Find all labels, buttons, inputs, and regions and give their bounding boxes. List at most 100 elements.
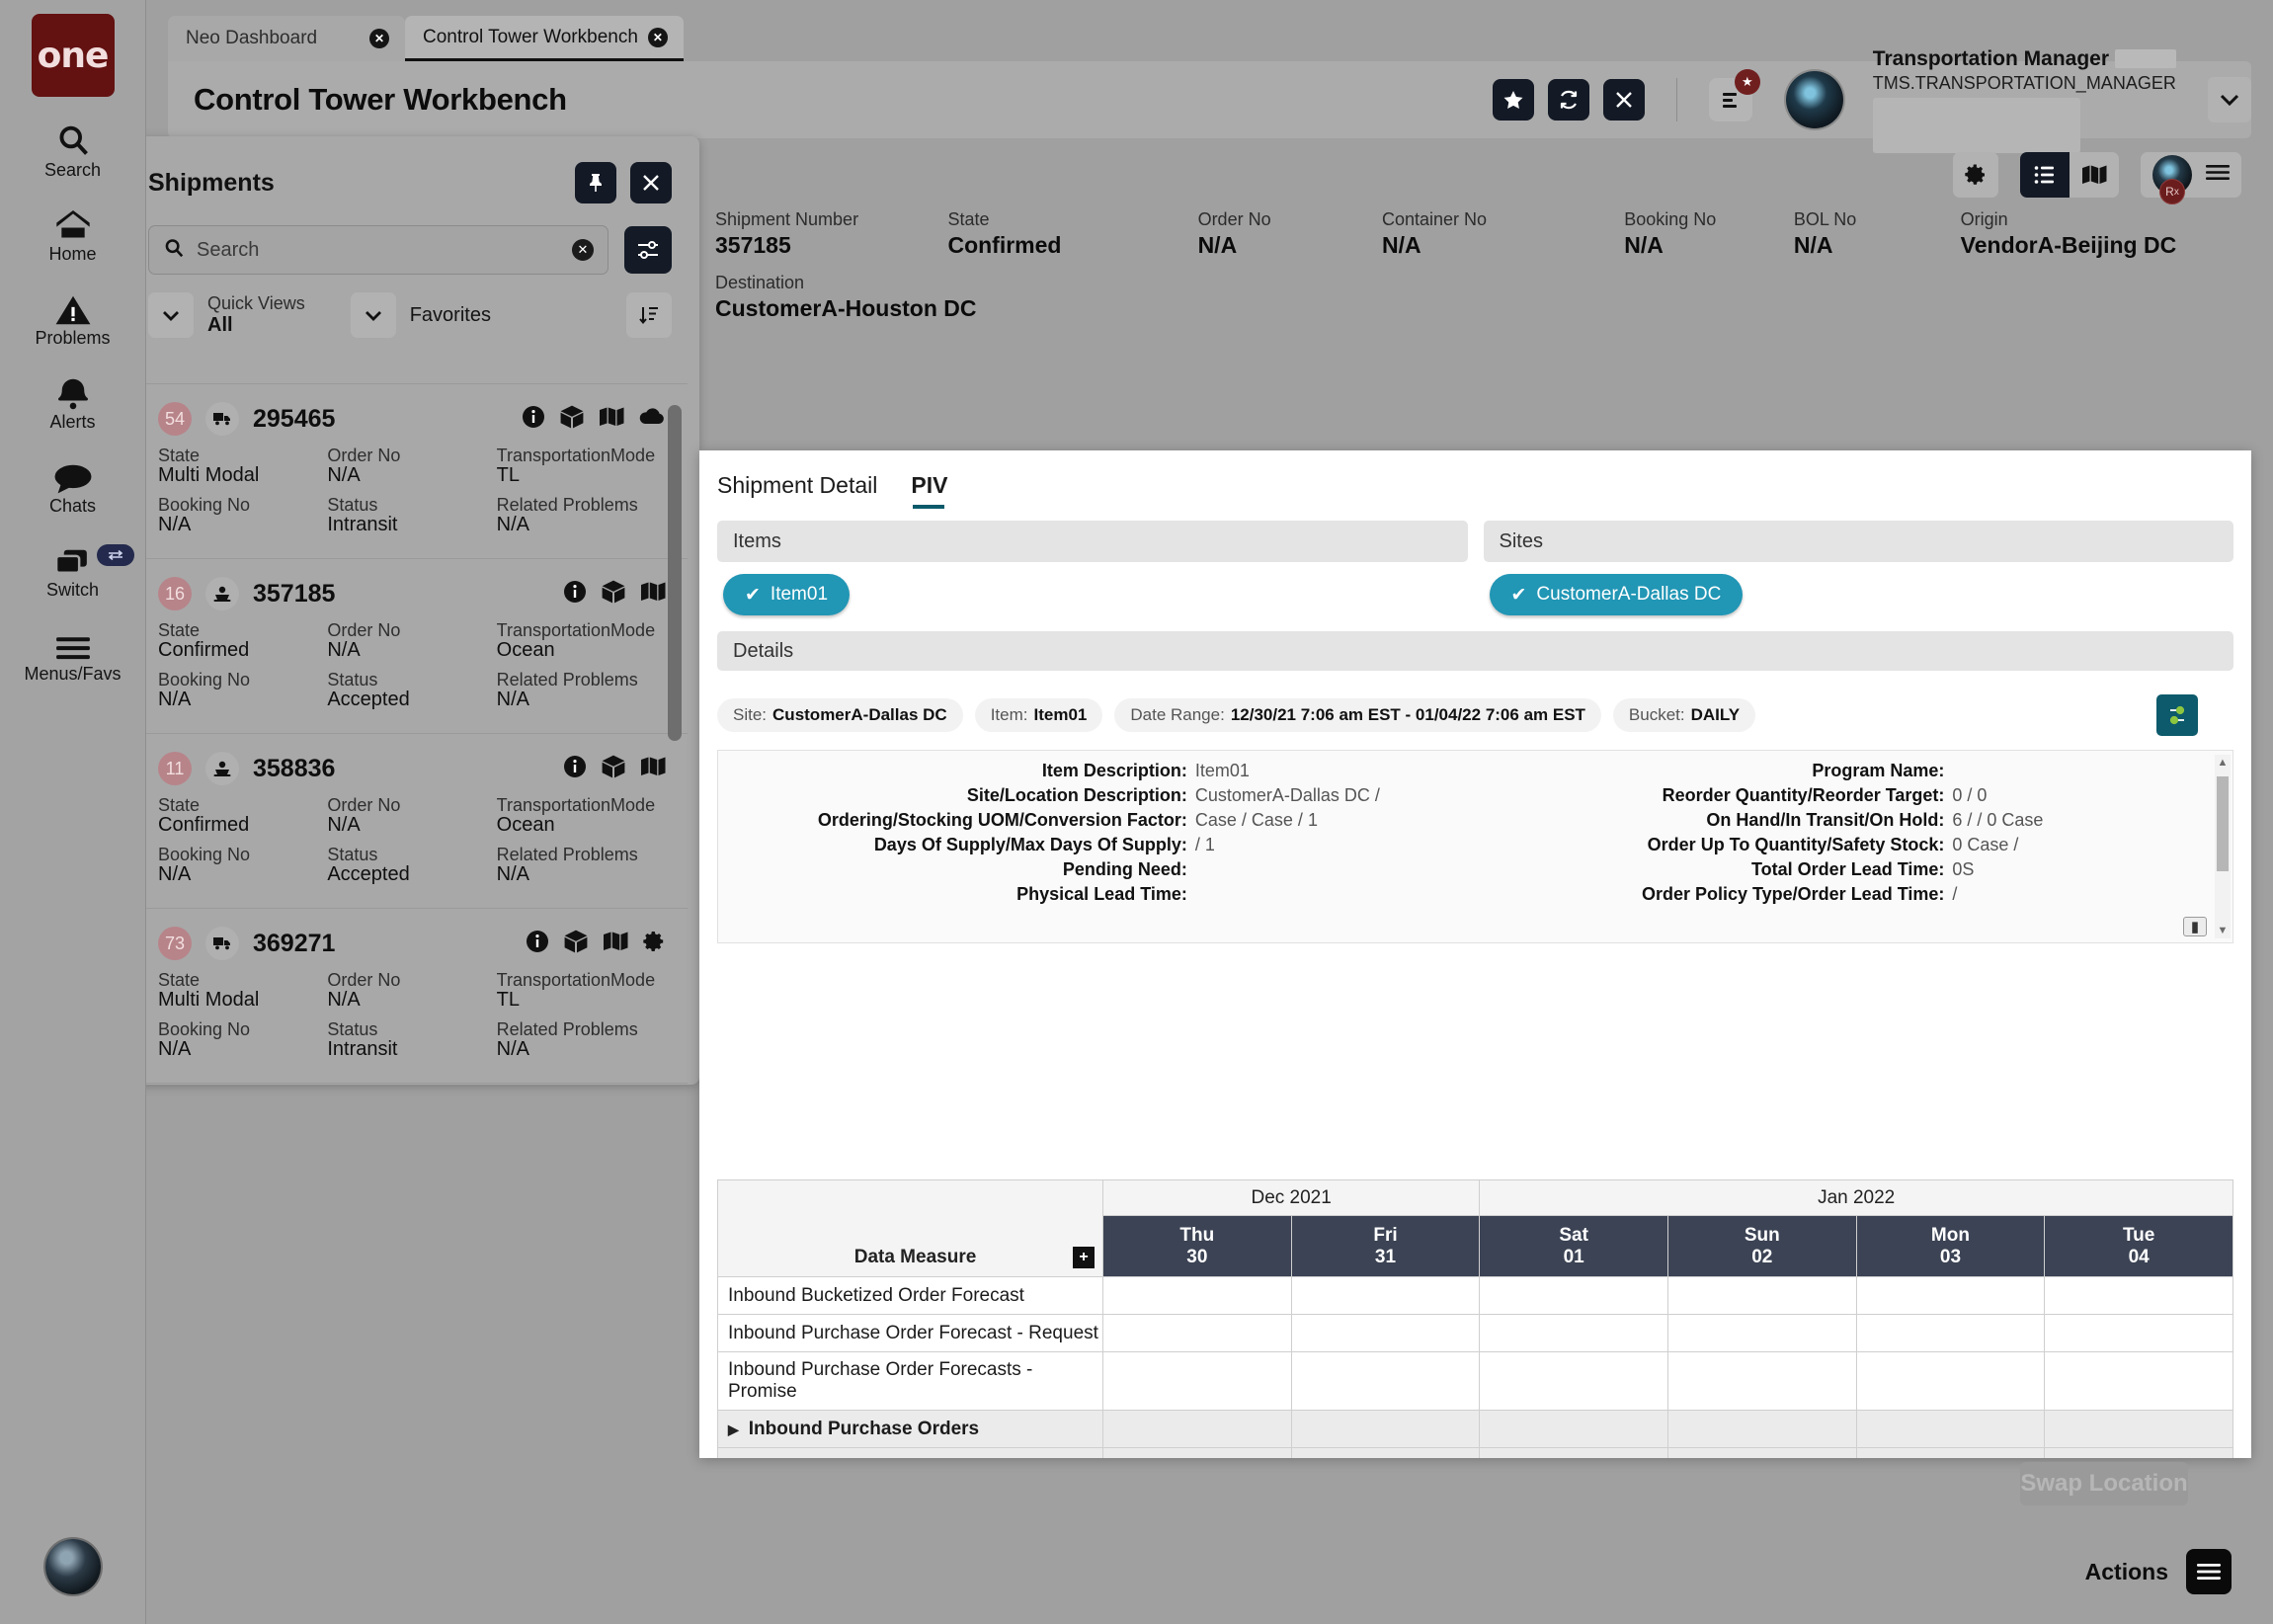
- grid-cell[interactable]: [1103, 1448, 1292, 1459]
- quick-views-chevron-down-icon[interactable]: [148, 292, 194, 338]
- sidebar-item-alerts[interactable]: Alerts: [0, 370, 146, 433]
- grid-cell[interactable]: [1291, 1352, 1480, 1411]
- grid-cell[interactable]: [1667, 1448, 1856, 1459]
- measure-label[interactable]: ▶Inbound Purchase Orders: [718, 1411, 1103, 1448]
- detail-user-chip[interactable]: Rx: [2141, 152, 2241, 198]
- shipment-card-357185[interactable]: 16 357185 State Confirmed Order No N/A T…: [132, 558, 688, 733]
- package-icon[interactable]: [601, 754, 626, 784]
- grid-cell[interactable]: [2045, 1448, 2233, 1459]
- info-icon[interactable]: [563, 580, 587, 609]
- filter-chip-daterange[interactable]: Date Range:12/30/21 7:06 am EST - 01/04/…: [1114, 698, 1601, 732]
- map-view-icon[interactable]: [2070, 152, 2119, 198]
- tab-shipment-detail[interactable]: Shipment Detail: [717, 472, 877, 509]
- close-icon[interactable]: ✕: [648, 28, 668, 47]
- site-pill-customera-dallas-dc[interactable]: ✔ CustomerA-Dallas DC: [1490, 574, 1744, 615]
- app-logo[interactable]: one: [32, 14, 115, 97]
- grid-day-mon-03[interactable]: Mon 03: [1856, 1216, 2045, 1277]
- package-icon[interactable]: [559, 404, 585, 435]
- grid-cell[interactable]: [2045, 1315, 2233, 1352]
- sidebar-item-chats[interactable]: Chats: [0, 454, 146, 517]
- close-icon[interactable]: ✕: [369, 29, 389, 48]
- shipments-scrollbar[interactable]: [668, 405, 682, 958]
- filter-chip-bucket[interactable]: Bucket:DAILY: [1613, 698, 1755, 732]
- table-row[interactable]: Inbound Bucketized Order Forecast: [718, 1277, 2233, 1315]
- grid-cell[interactable]: [1291, 1277, 1480, 1315]
- info-icon[interactable]: [526, 930, 549, 958]
- browser-tab-control-tower-workbench[interactable]: Control Tower Workbench ✕: [405, 16, 684, 61]
- scrollbar-thumb[interactable]: [668, 405, 682, 741]
- avatar[interactable]: [1786, 71, 1843, 128]
- sidebar-item-home[interactable]: Home: [0, 203, 146, 265]
- pin-button[interactable]: [575, 162, 616, 203]
- grid-cell[interactable]: [1480, 1448, 1668, 1459]
- search-input[interactable]: [197, 239, 560, 262]
- collapse-info-button[interactable]: ▮: [2183, 917, 2207, 936]
- favorite-button[interactable]: [1493, 79, 1534, 121]
- piv-settings-button[interactable]: [2156, 694, 2198, 736]
- grid-cell[interactable]: [1856, 1315, 2045, 1352]
- gear-icon[interactable]: [1953, 152, 1998, 198]
- list-view-icon[interactable]: [2020, 152, 2070, 198]
- search-box[interactable]: ✕: [148, 225, 609, 275]
- shipment-card-369271[interactable]: 73 369271 State Multi Modal Order No N/A…: [132, 908, 688, 1083]
- close-button[interactable]: [1603, 79, 1645, 121]
- grid-cell[interactable]: [1856, 1448, 2045, 1459]
- grid-cell[interactable]: [1856, 1352, 2045, 1411]
- measure-label[interactable]: ▶Inbound Deployment Order Forecasts: [718, 1448, 1103, 1459]
- switch-toggle-pill[interactable]: [97, 544, 134, 566]
- shipment-card-358836[interactable]: 11 358836 State Confirmed Order No N/A T…: [132, 733, 688, 908]
- rail-avatar[interactable]: [45, 1539, 101, 1594]
- grid-cell[interactable]: [2045, 1411, 2233, 1448]
- browser-tab-neo-dashboard[interactable]: Neo Dashboard ✕: [168, 16, 405, 61]
- package-icon[interactable]: [601, 579, 626, 609]
- piv-grid[interactable]: Data Measure +Dec 2021Jan 2022 Thu 30Fri…: [717, 1179, 2233, 1458]
- grid-cell[interactable]: [1480, 1352, 1668, 1411]
- cloud-icon[interactable]: [638, 407, 666, 432]
- sidebar-item-problems[interactable]: Problems: [0, 286, 146, 349]
- grid-cell[interactable]: [1103, 1352, 1292, 1411]
- map-icon[interactable]: [603, 931, 628, 957]
- grid-cell[interactable]: [1856, 1277, 2045, 1315]
- shipment-card-372405[interactable]: 20 372405 State Intransit Order No N/A T…: [132, 1083, 688, 1085]
- grid-cell[interactable]: [1480, 1277, 1668, 1315]
- gear-icon[interactable]: [642, 930, 666, 958]
- map-icon[interactable]: [599, 406, 624, 433]
- grid-cell[interactable]: [1103, 1315, 1292, 1352]
- grid-cell[interactable]: [1291, 1448, 1480, 1459]
- grid-cell[interactable]: [1103, 1277, 1292, 1315]
- package-icon[interactable]: [563, 929, 589, 959]
- grid-cell[interactable]: [2045, 1352, 2233, 1411]
- grid-cell[interactable]: [1667, 1277, 1856, 1315]
- grid-day-sat-01[interactable]: Sat 01: [1480, 1216, 1668, 1277]
- grid-cell[interactable]: [1856, 1411, 2045, 1448]
- favorites-chevron-down-icon[interactable]: [351, 292, 396, 338]
- table-row[interactable]: ▶Inbound Purchase Orders: [718, 1411, 2233, 1448]
- refresh-button[interactable]: [1548, 79, 1589, 121]
- info-scrollbar[interactable]: ▲ ▼: [2215, 755, 2231, 938]
- info-icon[interactable]: [522, 405, 545, 434]
- grid-cell[interactable]: [1667, 1352, 1856, 1411]
- hamburger-icon[interactable]: [2206, 164, 2230, 187]
- scroll-down-icon[interactable]: ▼: [2217, 925, 2229, 936]
- chevron-down-icon[interactable]: [2208, 77, 2251, 122]
- avatar[interactable]: Rx: [2152, 155, 2192, 195]
- view-mode-toggle[interactable]: [2020, 152, 2119, 198]
- filter-chip-item[interactable]: Item:Item01: [975, 698, 1103, 732]
- tab-piv[interactable]: PIV: [911, 472, 947, 509]
- sidebar-item-switch[interactable]: Switch: [0, 538, 146, 601]
- table-row[interactable]: Inbound Purchase Order Forecasts - Promi…: [718, 1352, 2233, 1411]
- sort-button[interactable]: [626, 292, 672, 338]
- table-row[interactable]: ▶Inbound Deployment Order Forecasts: [718, 1448, 2233, 1459]
- scroll-up-icon[interactable]: ▲: [2217, 757, 2229, 769]
- table-row[interactable]: Inbound Purchase Order Forecast - Reques…: [718, 1315, 2233, 1352]
- swap-location-button[interactable]: Swap Location: [2020, 1462, 2188, 1505]
- sidebar-item-menus-favs[interactable]: Menus/Favs: [0, 622, 146, 685]
- grid-cell[interactable]: [1291, 1411, 1480, 1448]
- grid-day-sun-02[interactable]: Sun 02: [1667, 1216, 1856, 1277]
- clear-search-icon[interactable]: ✕: [572, 239, 594, 261]
- grid-cell[interactable]: [1667, 1315, 1856, 1352]
- map-icon[interactable]: [640, 581, 666, 608]
- grid-cell[interactable]: [2045, 1277, 2233, 1315]
- info-icon[interactable]: [563, 755, 587, 783]
- add-measure-icon[interactable]: +: [1073, 1247, 1095, 1268]
